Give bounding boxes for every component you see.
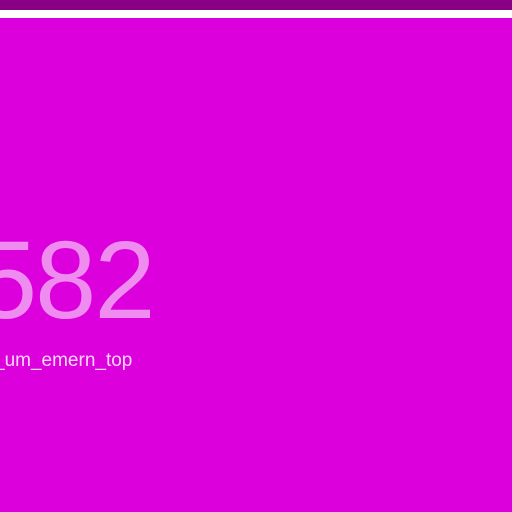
- app-screen: 582 _um_emern_top: [0, 0, 512, 512]
- status-bar: [0, 0, 512, 10]
- metric-label: _um_emern_top: [0, 350, 133, 371]
- metric-value: 582: [0, 219, 156, 342]
- metric-tile[interactable]: 582 _um_emern_top: [0, 18, 512, 512]
